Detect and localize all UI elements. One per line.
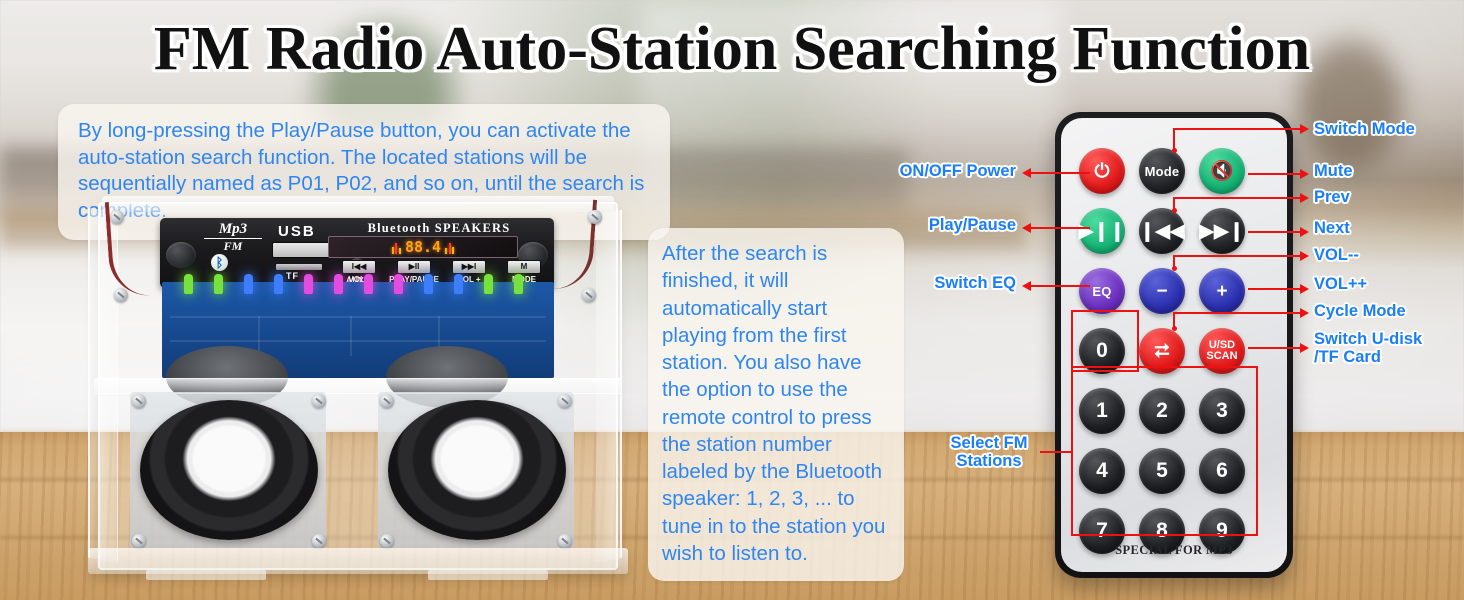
- label-switch-mode: Switch Mode: [1314, 120, 1415, 138]
- leader-cycle-h: [1173, 312, 1304, 314]
- lcd-frequency: 88.4: [404, 238, 442, 256]
- remote-eq-button[interactable]: EQ: [1079, 268, 1125, 314]
- label-mute: Mute: [1314, 162, 1353, 180]
- arrow-switch-eq: [1022, 281, 1031, 291]
- remote-next-button[interactable]: ▶▶❙: [1199, 208, 1245, 254]
- usb-label: USB: [278, 223, 316, 240]
- infographic-stage: FM Radio Auto-Station Searching Function…: [0, 0, 1464, 600]
- power-icon: ⏻: [1094, 160, 1110, 182]
- leader-prev-h: [1173, 197, 1304, 199]
- usd-scan-line2: SCAN: [1206, 350, 1238, 362]
- plus-icon: +: [1216, 280, 1228, 302]
- minus-icon: −: [1156, 280, 1168, 302]
- remote-prev-button[interactable]: ❙◀◀: [1139, 208, 1185, 254]
- fm-logo-text: FM: [204, 238, 262, 252]
- remote-mute-button[interactable]: 🔇: [1199, 148, 1245, 194]
- arrow-prev: [1300, 193, 1309, 203]
- leader-mode-h: [1173, 128, 1304, 130]
- leader-select-fm: [1040, 451, 1072, 453]
- bluetooth-speakers-label: Bluetooth SPEAKERS: [367, 221, 511, 235]
- cycle-icon: ⮂: [1154, 340, 1170, 362]
- label-select-fm-stations: Select FM Stations: [950, 434, 1028, 471]
- label-cycle-mode: Cycle Mode: [1314, 302, 1406, 320]
- label-switch-udisk-tf: Switch U-disk /TF Card: [1314, 330, 1423, 367]
- arrow-play-pause: [1022, 223, 1031, 233]
- remote-mode-button[interactable]: Mode: [1139, 148, 1185, 194]
- leader-play-pause: [1026, 227, 1090, 229]
- arrow-cycle-mode: [1300, 308, 1309, 318]
- leader-switch-eq: [1026, 285, 1090, 287]
- arrow-next: [1300, 227, 1309, 237]
- label-play-pause: Play/Pause: [928, 216, 1016, 234]
- arrow-vol-down: [1300, 251, 1309, 261]
- label-vol-down: VOL--: [1314, 246, 1359, 264]
- usd-scan-label: U/SD SCAN: [1206, 338, 1238, 363]
- leader-mode-v: [1173, 128, 1175, 152]
- label-vol-up: VOL++: [1314, 275, 1368, 293]
- mode-label: Mode: [1144, 163, 1180, 179]
- next-icon: ▶▶❙: [1199, 220, 1245, 242]
- leader-usd: [1248, 347, 1304, 349]
- bluetooth-speaker-product: Mp3 FM ᛒ USB TF AUX Bluetooth SPEAKERS 8…: [88, 196, 628, 592]
- speaker-driver-right: [388, 400, 566, 540]
- leader-next: [1248, 231, 1304, 233]
- page-title: FM Radio Auto-Station Searching Function: [153, 15, 1311, 83]
- highlight-box-zero-key: [1071, 310, 1139, 372]
- label-switch-eq: Switch EQ: [934, 274, 1016, 292]
- remote-play-pause-button[interactable]: ▶❙❙: [1079, 208, 1125, 254]
- label-prev: Prev: [1314, 188, 1350, 206]
- usb-port: [272, 242, 334, 258]
- leader-vol-up: [1248, 288, 1304, 290]
- leader-prev-v: [1173, 197, 1175, 211]
- mute-icon: 🔇: [1210, 160, 1234, 182]
- signal-bars-left: [391, 241, 401, 254]
- remote-vol-up-button[interactable]: +: [1199, 268, 1245, 314]
- leader-cycle-v: [1173, 312, 1175, 329]
- acrylic-top-panel: [102, 196, 614, 212]
- eq-label: EQ: [1092, 283, 1112, 299]
- arrow-usd: [1300, 343, 1309, 353]
- mp3-logo-text: Mp3: [218, 221, 248, 237]
- leader-power: [1026, 172, 1090, 174]
- label-next: Next: [1314, 219, 1350, 237]
- label-power: ON/OFF Power: [899, 162, 1016, 180]
- arrow-mode: [1300, 124, 1309, 134]
- arrow-vol-up: [1300, 284, 1309, 294]
- highlight-box-number-keypad: [1071, 366, 1258, 536]
- lcd-display: 88.4: [328, 236, 518, 258]
- arrow-power: [1022, 168, 1031, 178]
- leader-mute: [1248, 173, 1304, 175]
- remote-footer-text: SPECIAL FOR MP3: [1115, 543, 1233, 557]
- mp3-fm-logo: Mp3 FM: [204, 222, 262, 252]
- remote-vol-down-button[interactable]: −: [1139, 268, 1185, 314]
- signal-bars-right: [445, 241, 455, 254]
- speaker-driver-left: [140, 400, 318, 540]
- remote-power-button[interactable]: ⏻: [1079, 148, 1125, 194]
- leader-vol-down-h: [1173, 255, 1304, 257]
- leader-vol-down-v: [1173, 255, 1175, 269]
- usd-scan-line1: U/SD: [1208, 338, 1236, 351]
- arrow-mute: [1300, 169, 1309, 179]
- prev-icon: ❙◀◀: [1139, 220, 1185, 242]
- play-pause-icon: ▶❙❙: [1078, 220, 1126, 242]
